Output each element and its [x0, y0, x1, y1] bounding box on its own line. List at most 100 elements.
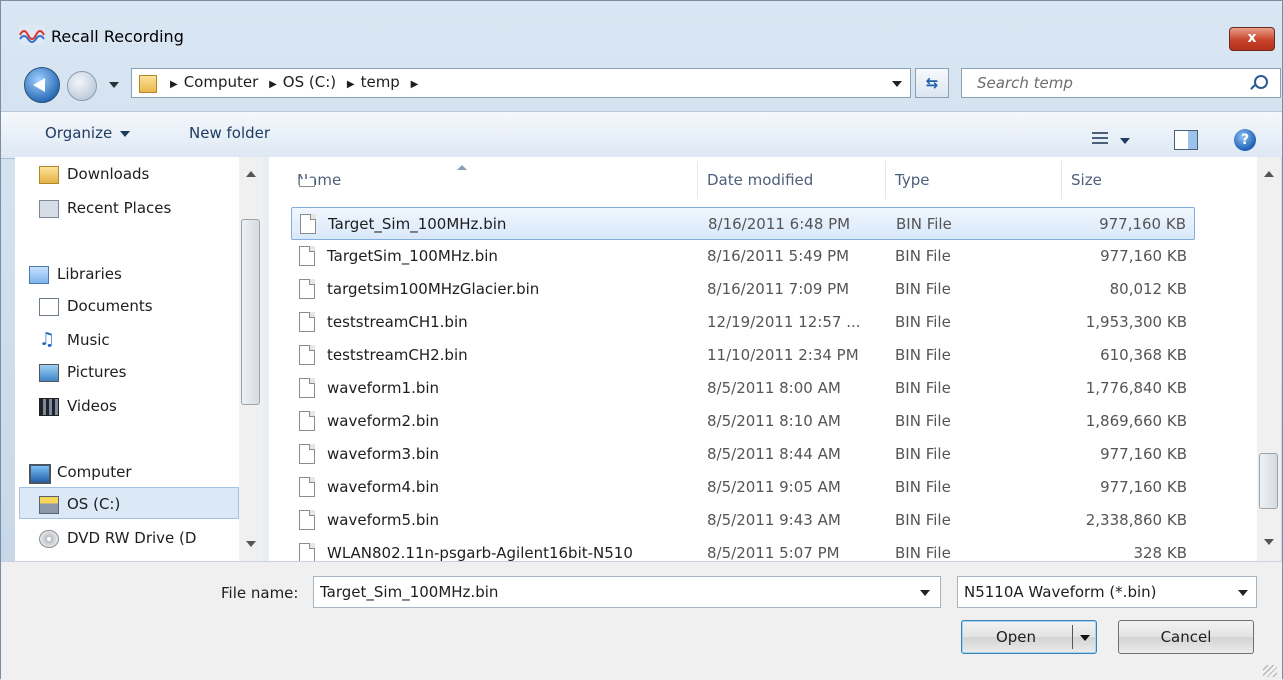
chevron-down-icon[interactable]: [920, 590, 930, 596]
chevron-right-icon[interactable]: ▶: [411, 79, 419, 90]
file-list-scrollbar[interactable]: [1257, 157, 1281, 561]
table-row[interactable]: teststreamCH1.bin 12/19/2011 12:57 ... B…: [291, 306, 1195, 339]
back-button[interactable]: [24, 67, 60, 103]
file-date: 8/5/2011 8:00 AM: [707, 379, 841, 397]
breadcrumb-computer[interactable]: Computer: [184, 73, 259, 91]
file-icon: [299, 312, 315, 332]
file-type: BIN File: [895, 313, 951, 331]
breadcrumb-os-c[interactable]: OS (C:): [283, 73, 336, 91]
open-button[interactable]: Open: [961, 620, 1097, 654]
scrollbar-thumb[interactable]: [241, 219, 260, 405]
drive-icon: [39, 496, 59, 514]
file-date: 8/5/2011 9:05 AM: [707, 478, 841, 496]
file-date: 8/16/2011 6:48 PM: [708, 215, 851, 233]
nav-item-label: Videos: [67, 397, 117, 415]
file-icon: [299, 345, 315, 365]
organize-button[interactable]: Organize: [45, 124, 131, 142]
nav-item-label: Recent Places: [67, 199, 172, 217]
table-row[interactable]: waveform2.bin 8/5/2011 8:10 AM BIN File …: [291, 405, 1195, 438]
chevron-right-icon[interactable]: ▶: [269, 79, 277, 90]
file-type: BIN File: [895, 544, 951, 561]
file-date: 8/5/2011 5:07 PM: [707, 544, 840, 561]
new-folder-button[interactable]: New folder: [189, 124, 270, 142]
address-bar[interactable]: ▶ Computer ▶ OS (C:) ▶ temp ▶: [131, 68, 911, 98]
forward-button[interactable]: [67, 71, 97, 101]
chevron-down-icon: [120, 130, 131, 137]
help-icon[interactable]: ?: [1234, 129, 1256, 151]
window-title: Recall Recording: [51, 27, 184, 46]
scroll-down-icon[interactable]: [246, 541, 256, 547]
organize-label: Organize: [45, 124, 113, 142]
file-name-label: File name:: [221, 584, 299, 602]
scroll-up-icon[interactable]: [246, 171, 256, 177]
change-view-icon[interactable]: [1092, 132, 1108, 146]
file-size: 1,869,660 KB: [1085, 412, 1187, 430]
app-icon: [19, 25, 45, 45]
file-name: TargetSim_100MHz.bin: [327, 247, 498, 265]
file-type: BIN File: [895, 280, 951, 298]
refresh-button[interactable]: ⇆: [915, 68, 949, 98]
file-name: waveform2.bin: [327, 412, 440, 430]
command-toolbar: Organize New folder ?: [1, 111, 1282, 159]
file-date: 8/5/2011 8:10 AM: [707, 412, 841, 430]
file-size: 977,160 KB: [1100, 478, 1187, 496]
chevron-right-icon[interactable]: ▶: [347, 79, 355, 90]
nav-item-label: Music: [67, 331, 110, 349]
view-options-dropdown-icon[interactable]: [1120, 138, 1130, 144]
file-name: waveform1.bin: [327, 379, 440, 397]
table-row[interactable]: waveform4.bin 8/5/2011 9:05 AM BIN File …: [291, 471, 1195, 504]
file-size: 328 KB: [1133, 544, 1187, 561]
file-date: 12/19/2011 12:57 ...: [707, 313, 861, 331]
nav-item-label: Documents: [67, 297, 153, 315]
table-row[interactable]: waveform3.bin 8/5/2011 8:44 AM BIN File …: [291, 438, 1195, 471]
table-row[interactable]: WLAN802.11n-psgarb-Agilent16bit-N510 8/5…: [291, 537, 1195, 561]
file-name: targetsim100MHzGlacier.bin: [327, 280, 540, 298]
refresh-icon: ⇆: [925, 74, 939, 92]
address-dropdown-icon[interactable]: [892, 81, 902, 87]
chevron-right-icon[interactable]: ▶: [170, 79, 178, 90]
file-date: 11/10/2011 2:34 PM: [707, 346, 859, 364]
open-label: Open: [995, 628, 1037, 646]
table-row-partial[interactable]: [291, 179, 1195, 191]
navigation-scrollbar[interactable]: [239, 157, 263, 561]
table-row[interactable]: targetsim100MHzGlacier.bin 8/16/2011 7:0…: [291, 273, 1195, 306]
nav-item-label: Libraries: [57, 265, 122, 283]
chevron-down-icon[interactable]: [1238, 590, 1248, 596]
search-icon[interactable]: [1254, 75, 1268, 89]
file-name-field[interactable]: Target_Sim_100MHz.bin: [313, 576, 941, 608]
table-row[interactable]: waveform5.bin 8/5/2011 9:43 AM BIN File …: [291, 504, 1195, 537]
table-row[interactable]: waveform1.bin 8/5/2011 8:00 AM BIN File …: [291, 372, 1195, 405]
file-type: BIN File: [895, 445, 951, 463]
cancel-button[interactable]: Cancel: [1118, 620, 1254, 654]
file-type-select[interactable]: N5110A Waveform (*.bin): [957, 576, 1257, 608]
file-icon: [299, 279, 315, 299]
table-row[interactable]: teststreamCH2.bin 11/10/2011 2:34 PM BIN…: [291, 339, 1195, 372]
scroll-down-icon[interactable]: [1264, 539, 1274, 545]
scroll-up-icon[interactable]: [1264, 171, 1274, 177]
file-name-value: Target_Sim_100MHz.bin: [320, 583, 499, 601]
file-type: BIN File: [895, 478, 951, 496]
preview-pane-icon[interactable]: [1174, 130, 1198, 150]
table-row[interactable]: Target_Sim_100MHz.bin 8/16/2011 6:48 PM …: [291, 207, 1195, 240]
open-options-dropdown-icon[interactable]: [1080, 635, 1090, 641]
scrollbar-thumb[interactable]: [1259, 453, 1278, 509]
title-bar[interactable]: Recall Recording x: [1, 1, 1282, 57]
file-icon: [299, 378, 315, 398]
file-size: 2,338,860 KB: [1085, 511, 1187, 529]
file-date: 8/16/2011 5:49 PM: [707, 247, 850, 265]
table-row[interactable]: TargetSim_100MHz.bin 8/16/2011 5:49 PM B…: [291, 240, 1195, 273]
resize-grip[interactable]: [1263, 665, 1277, 677]
file-icon: [300, 214, 316, 234]
close-button[interactable]: x: [1229, 27, 1275, 51]
file-type: BIN File: [895, 247, 951, 265]
file-date: 8/5/2011 8:44 AM: [707, 445, 841, 463]
file-size: 1,953,300 KB: [1085, 313, 1187, 331]
navigation-pane: Downloads Recent Places Libraries Docume…: [15, 157, 239, 561]
computer-icon: [29, 464, 51, 484]
breadcrumb-temp[interactable]: temp: [361, 73, 400, 91]
search-input[interactable]: Search temp: [961, 68, 1281, 98]
file-type: BIN File: [895, 346, 951, 364]
recent-locations-dropdown-icon[interactable]: [109, 82, 119, 88]
dvd-drive-icon: [39, 530, 59, 548]
file-size: 610,368 KB: [1100, 346, 1187, 364]
